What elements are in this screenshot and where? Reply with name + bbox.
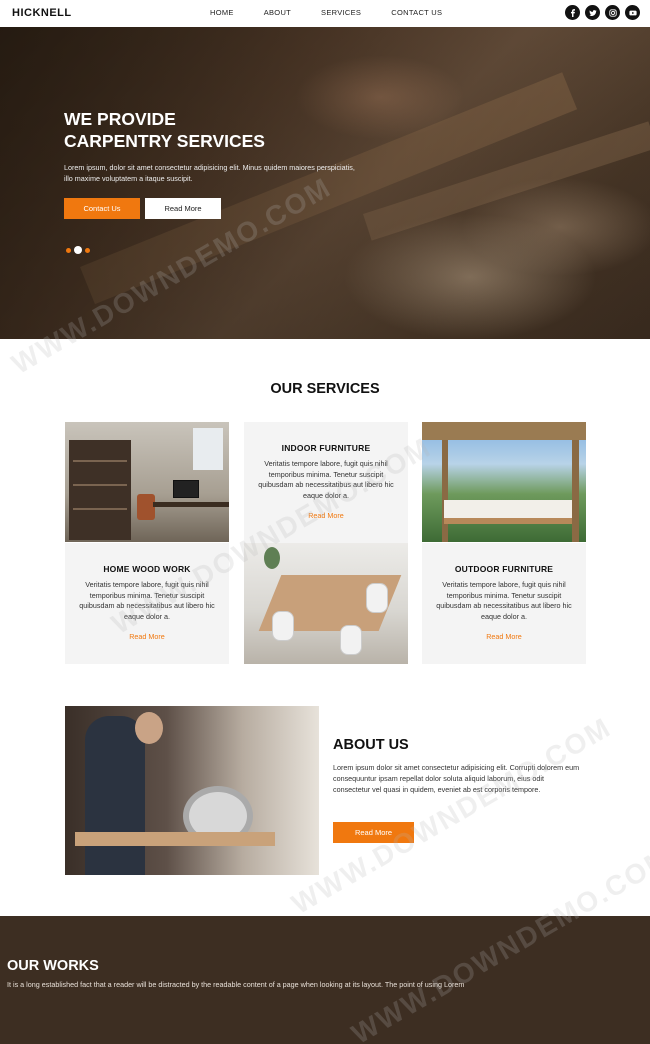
slide-dot-1[interactable] [66,247,71,253]
site-logo[interactable]: HICKNELL [12,7,72,19]
nav-about[interactable]: ABOUT [264,8,291,17]
service-title: HOME WOOD WORK [103,564,191,574]
facebook-icon[interactable] [565,5,580,20]
twitter-icon[interactable] [585,5,600,20]
home-office-image [65,422,229,542]
hero-title: WE PROVIDE CARPENTRY SERVICES [64,109,265,151]
read-more-link[interactable]: Read More [422,632,586,641]
service-title: INDOOR FURNITURE [281,443,371,453]
service-card-home-wood-work: HOME WOOD WORK Veritatis tempore labore,… [65,543,229,664]
nav-contact[interactable]: CONTACT US [391,8,442,17]
carpenter-image [65,706,319,875]
about-title: ABOUT US [333,737,409,753]
nav-home[interactable]: HOME [210,8,234,17]
about-read-more-button[interactable]: Read More [333,822,414,843]
main-nav: HOME ABOUT SERVICES CONTACT US [200,8,472,17]
dining-table-image [244,543,408,664]
services-title: OUR SERVICES [270,381,380,397]
contact-us-button[interactable]: Contact Us [64,198,140,219]
service-text: Veritatis tempore labore, fugit quis nih… [79,580,215,621]
read-more-link[interactable]: Read More [244,511,408,520]
site-header: HICKNELL HOME ABOUT SERVICES CONTACT US [0,0,650,27]
slide-dot-3[interactable] [85,247,90,253]
instagram-icon[interactable] [605,5,620,20]
slide-dot-2-active[interactable] [74,246,82,254]
works-section: OUR WORKS It is a long established fact … [0,916,650,1044]
service-card-indoor-furniture: INDOOR FURNITURE Veritatis tempore labor… [244,422,408,543]
read-more-link[interactable]: Read More [65,632,229,641]
service-text: Veritatis tempore labore, fugit quis nih… [436,580,572,621]
hero-read-more-button[interactable]: Read More [145,198,221,219]
social-links [565,5,640,20]
youtube-icon[interactable] [625,5,640,20]
service-text: Veritatis tempore labore, fugit quis nih… [258,459,394,500]
works-text: It is a long established fact that a rea… [7,980,465,989]
nav-services[interactable]: SERVICES [321,8,361,17]
slider-dots [66,246,90,254]
hero-banner: WE PROVIDE CARPENTRY SERVICES Lorem ipsu… [0,27,650,339]
hero-text: Lorem ipsum, dolor sit amet consectetur … [64,163,355,183]
works-title: OUR WORKS [7,958,99,974]
service-title: OUTDOOR FURNITURE [454,564,554,574]
service-card-outdoor-furniture: OUTDOOR FURNITURE Veritatis tempore labo… [422,543,586,664]
about-text: Lorem ipsum dolor sit amet consectetur a… [333,763,580,794]
outdoor-bed-image [422,422,586,542]
